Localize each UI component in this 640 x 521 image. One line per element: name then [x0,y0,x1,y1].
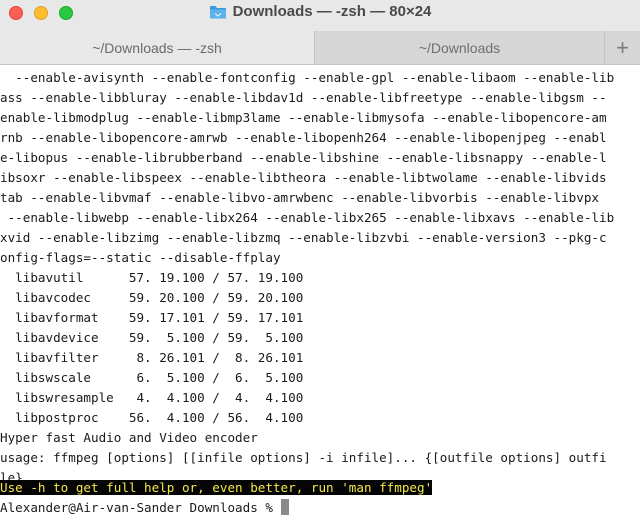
zoom-window-button[interactable] [59,6,73,20]
new-tab-button[interactable]: + [604,31,640,64]
terminal-line: xvid --enable-libzimg --enable-libzmq --… [0,230,607,245]
tab-downloads[interactable]: ~/Downloads [314,31,604,64]
terminal-line: libavdevice 59. 5.100 / 59. 5.100 [0,330,304,345]
terminal-line: libpostproc 56. 4.100 / 56. 4.100 [0,410,304,425]
terminal-line: libswresample 4. 4.100 / 4. 4.100 [0,390,304,405]
shell-prompt: Alexander@Air-van-Sander Downloads % [0,500,281,515]
terminal-line: --enable-libwebp --enable-libx264 --enab… [0,210,615,225]
prompt-line[interactable]: Alexander@Air-van-Sander Downloads % [0,498,289,518]
terminal-line: ass --enable-libbluray --enable-libdav1d… [0,90,607,105]
terminal-line: enable-libmodplug --enable-libmp3lame --… [0,110,607,125]
terminal-line: onfig-flags=--static --disable-ffplay [0,250,281,265]
terminal-line: libavcodec 59. 20.100 / 59. 20.100 [0,290,304,305]
folder-icon [209,5,226,18]
tab-downloads-zsh[interactable]: ~/Downloads — -zsh [0,31,314,64]
tab-bar: ~/Downloads — -zsh ~/Downloads + [0,31,640,65]
terminal-line: --enable-avisynth --enable-fontconfig --… [0,70,615,85]
terminal-line: tab --enable-libvmaf --enable-libvo-amrw… [0,190,599,205]
terminal-line: e-libopus --enable-librubberband --enabl… [0,150,607,165]
terminal-output[interactable]: --enable-avisynth --enable-fontconfig --… [0,68,640,521]
minimize-window-button[interactable] [34,6,48,20]
terminal-line: libavformat 59. 17.101 / 59. 17.101 [0,310,304,325]
title-bar[interactable]: Downloads — -zsh — 80×24 [0,0,640,31]
terminal-line: libavfilter 8. 26.101 / 8. 26.101 [0,350,304,365]
terminal-line: libavutil 57. 19.100 / 57. 19.100 [0,270,304,285]
terminal-line: libswscale 6. 5.100 / 6. 5.100 [0,370,304,385]
window-title: Downloads — -zsh — 80×24 [232,3,432,20]
terminal-line-highlighted: Use -h to get full help or, even better,… [0,478,433,498]
text-cursor [280,499,289,515]
terminal-line: rnb --enable-libopencore-amrwb --enable-… [0,130,607,145]
close-window-button[interactable] [9,6,23,20]
window-title-group: Downloads — -zsh — 80×24 [209,3,432,20]
terminal-window: Downloads — -zsh — 80×24 ~/Downloads — -… [0,0,640,521]
terminal-line: ibsoxr --enable-libspeex --enable-libthe… [0,170,607,185]
help-hint-highlight: Use -h to get full help or, even better,… [0,480,433,495]
terminal-line: usage: ffmpeg [options] [[infile options… [0,450,607,465]
terminal-line: Hyper fast Audio and Video encoder [0,430,258,445]
